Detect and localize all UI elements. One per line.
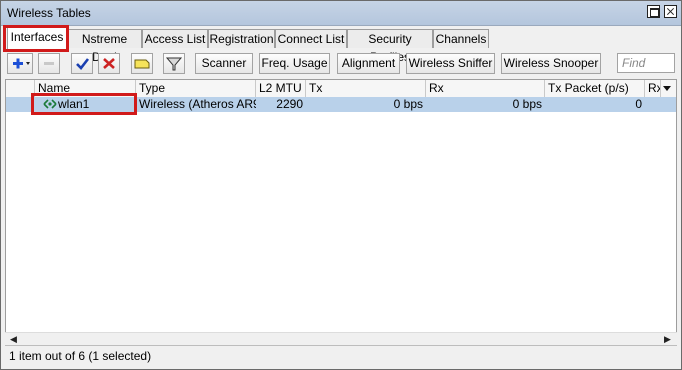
tab-security-profiles[interactable]: Security Profiles [347, 29, 433, 64]
close-button[interactable] [664, 5, 677, 18]
wireless-sniffer-button[interactable]: Wireless Sniffer [406, 53, 495, 74]
interfaces-table: Name Type L2 MTU Tx Rx Tx Packet (p/s) R… [5, 79, 677, 343]
column-header-l2-mtu[interactable]: L2 MTU [256, 80, 306, 97]
status-bar: 1 item out of 6 (1 selected) [5, 345, 677, 366]
toolbar: Scanner Freq. Usage Alignment Wireless S… [5, 51, 679, 77]
column-header-rx-packet[interactable]: Rx [645, 80, 661, 97]
wlan1-highlight [31, 93, 137, 115]
maximize-button[interactable] [647, 5, 660, 18]
comment-button[interactable] [131, 53, 153, 74]
plus-icon [13, 58, 30, 69]
cell-tx-packet: 0 [635, 97, 642, 111]
tab-access-list[interactable]: Access List [142, 29, 208, 48]
cell-tx: 0 bps [393, 97, 423, 111]
cell-type: Wireless (Atheros AR9... [139, 97, 256, 111]
freq-usage-button[interactable]: Freq. Usage [259, 53, 330, 74]
tab-channels[interactable]: Channels [433, 29, 489, 48]
column-header-tx-packet[interactable]: Tx Packet (p/s) [545, 80, 645, 97]
disable-button[interactable] [98, 53, 120, 74]
add-button[interactable] [7, 53, 33, 74]
wireless-snooper-button[interactable]: Wireless Snooper [501, 53, 601, 74]
horizontal-scrollbar[interactable]: ◀ ▶ [5, 332, 677, 346]
filter-icon [165, 57, 183, 71]
tab-connect-list[interactable]: Connect List [275, 29, 347, 48]
note-icon [134, 59, 150, 69]
title-bar: Wireless Tables [1, 1, 681, 26]
column-header-tx[interactable]: Tx [306, 80, 426, 97]
scanner-button[interactable]: Scanner [195, 53, 253, 74]
find-input[interactable]: Find [617, 53, 675, 73]
remove-button[interactable] [38, 53, 60, 74]
wireless-tables-window: Wireless Tables Interfaces Nstreme Dual … [0, 0, 682, 370]
cell-l2-mtu: 2290 [276, 97, 303, 111]
alignment-button[interactable]: Alignment [337, 53, 400, 74]
column-header-rx[interactable]: Rx [426, 80, 545, 97]
interfaces-tab-highlight [3, 25, 69, 52]
window-title: Wireless Tables [7, 6, 91, 20]
minus-icon [44, 62, 54, 65]
check-icon [76, 58, 90, 70]
tab-registration[interactable]: Registration [208, 29, 275, 48]
status-text: 1 item out of 6 (1 selected) [9, 349, 152, 363]
x-icon [103, 58, 115, 69]
cell-rx: 0 bps [512, 97, 542, 111]
filter-button[interactable] [163, 53, 185, 74]
enable-button[interactable] [71, 53, 93, 74]
column-menu-icon[interactable] [662, 83, 672, 97]
column-header-type[interactable]: Type [136, 80, 256, 97]
tab-nstreme-dual[interactable]: Nstreme Dual [67, 29, 142, 64]
